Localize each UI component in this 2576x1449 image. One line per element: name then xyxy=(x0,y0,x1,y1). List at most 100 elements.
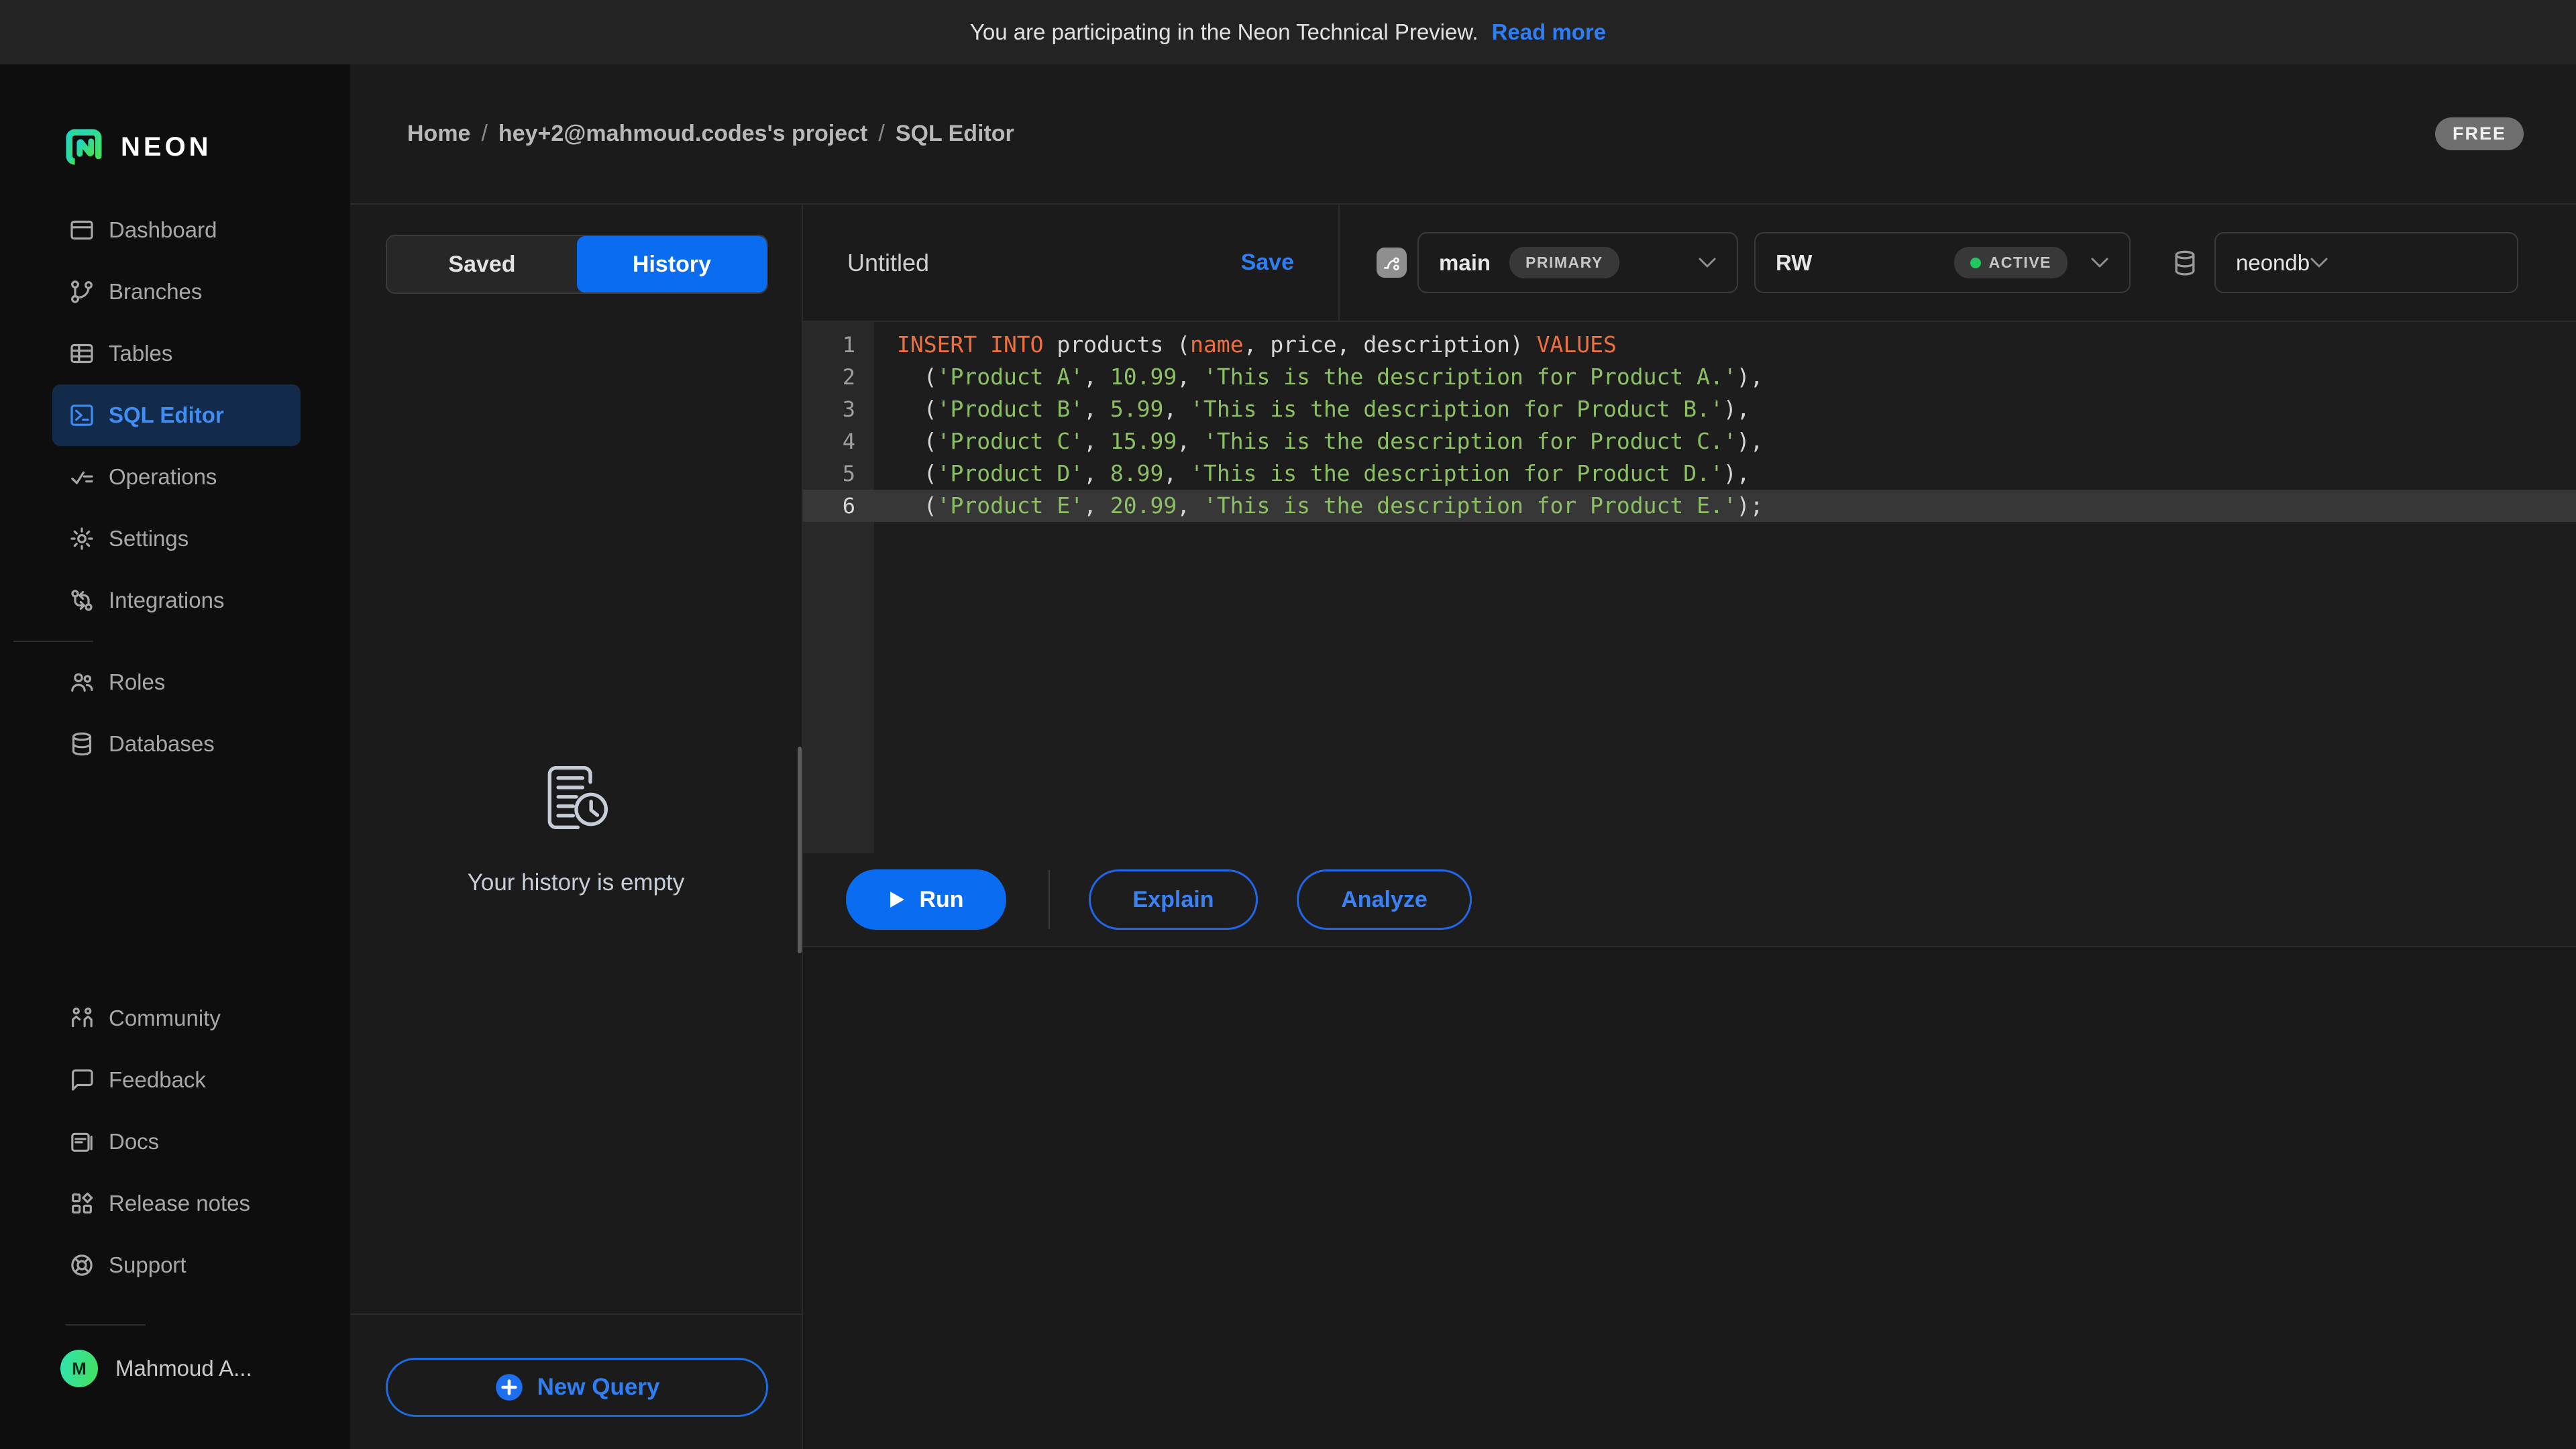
checklist-icon xyxy=(67,462,97,492)
line-number: 6 xyxy=(803,490,874,522)
breadcrumb-home[interactable]: Home xyxy=(407,121,470,147)
community-icon xyxy=(67,1004,97,1033)
compute-select[interactable]: RW ACTIVE xyxy=(1754,232,2131,293)
sql-code-lines: 1INSERT INTO products (name, price, desc… xyxy=(803,322,2576,522)
breadcrumb-project[interactable]: hey+2@mahmoud.codes's project xyxy=(498,121,867,147)
user-menu[interactable]: M Mahmoud A... xyxy=(60,1350,252,1387)
history-empty-state: Your history is empty xyxy=(350,760,802,896)
line-number: 3 xyxy=(803,393,874,425)
technical-preview-banner: You are participating in the Neon Techni… xyxy=(0,0,2576,64)
gear-icon xyxy=(67,524,97,553)
explain-button[interactable]: Explain xyxy=(1089,869,1258,930)
chevron-down-icon xyxy=(1698,257,1717,269)
sidebar-item-settings[interactable]: Settings xyxy=(52,508,301,570)
neon-logo-icon xyxy=(64,127,103,166)
analyze-button[interactable]: Analyze xyxy=(1297,869,1472,930)
run-button[interactable]: Run xyxy=(846,869,1006,930)
panel-divider xyxy=(350,1313,802,1315)
sidebar-item-operations[interactable]: Operations xyxy=(52,446,301,508)
line-number: 5 xyxy=(803,458,874,490)
lifebuoy-icon xyxy=(67,1250,97,1280)
banner-message: You are participating in the Neon Techni… xyxy=(970,19,1479,45)
sidebar-item-release-notes[interactable]: Release notes xyxy=(52,1173,301,1234)
query-actions: Run Explain Analyze xyxy=(803,853,2576,947)
actions-divider xyxy=(1049,870,1050,929)
sidebar-item-branches[interactable]: Branches xyxy=(52,261,301,323)
integrations-icon xyxy=(67,586,97,615)
sidebar-item-roles[interactable]: Roles xyxy=(52,651,301,713)
plus-circle-icon xyxy=(494,1373,524,1402)
new-query-button[interactable]: New Query xyxy=(386,1358,768,1417)
queries-panel: Saved History Your history is empty xyxy=(350,205,803,1449)
database-icon xyxy=(67,729,97,759)
avatar: M xyxy=(60,1350,98,1387)
results-area xyxy=(803,947,2576,1449)
document-icon xyxy=(67,1127,97,1157)
save-button[interactable]: Save xyxy=(1241,250,1294,276)
query-title-group: Untitled Save xyxy=(803,205,1340,321)
history-document-clock-icon xyxy=(539,760,614,835)
code-line[interactable]: 6 ('Product E', 20.99, 'This is the desc… xyxy=(803,490,2576,522)
primary-badge: PRIMARY xyxy=(1509,247,1619,278)
database-select[interactable]: neondb xyxy=(2214,232,2518,293)
plan-badge: FREE xyxy=(2435,117,2524,150)
neon-wordmark: NEON xyxy=(121,132,212,162)
sidebar-item-feedback[interactable]: Feedback xyxy=(52,1049,301,1111)
sidebar-item-tables[interactable]: Tables xyxy=(52,323,301,384)
neon-logo[interactable]: NEON xyxy=(64,127,212,166)
sidebar-nav-main: Dashboard Branches Tables SQL Editor xyxy=(0,199,350,775)
sql-code-editor[interactable]: 1INSERT INTO products (name, price, desc… xyxy=(803,322,2576,853)
line-number: 4 xyxy=(803,425,874,458)
code-line[interactable]: 3 ('Product B', 5.99, 'This is the descr… xyxy=(803,393,2576,425)
status-dot xyxy=(1970,258,1981,268)
breadcrumb-separator: / xyxy=(481,121,487,147)
code-text: INSERT INTO products (name, price, descr… xyxy=(874,329,1617,361)
sidebar: NEON Dashboard Branches Tables xyxy=(0,64,350,1449)
neon-console: You are participating in the Neon Techni… xyxy=(0,0,2576,1449)
sidebar-item-databases[interactable]: Databases xyxy=(52,713,301,775)
users-icon xyxy=(67,667,97,697)
play-icon xyxy=(888,890,906,909)
code-line[interactable]: 4 ('Product C', 15.99, 'This is the desc… xyxy=(803,425,2576,458)
scrollbar-thumb[interactable] xyxy=(798,747,802,953)
read-more-link[interactable]: Read more xyxy=(1492,19,1607,45)
code-line[interactable]: 1INSERT INTO products (name, price, desc… xyxy=(803,329,2576,361)
chevron-down-icon xyxy=(2090,257,2109,269)
saved-history-tabs: Saved History xyxy=(386,235,768,294)
sidebar-item-docs[interactable]: Docs xyxy=(52,1111,301,1173)
line-number: 1 xyxy=(803,329,874,361)
sidebar-item-support[interactable]: Support xyxy=(52,1234,301,1296)
code-text: ('Product D', 8.99, 'This is the descrip… xyxy=(874,458,1750,490)
branch-icon xyxy=(1377,248,1407,278)
sidebar-item-integrations[interactable]: Integrations xyxy=(52,570,301,631)
line-number: 2 xyxy=(803,361,874,393)
sidebar-item-community[interactable]: Community xyxy=(52,987,301,1049)
code-line[interactable]: 5 ('Product D', 8.99, 'This is the descr… xyxy=(803,458,2576,490)
code-line[interactable]: 2 ('Product A', 10.99, 'This is the desc… xyxy=(803,361,2576,393)
dashboard-icon xyxy=(67,215,97,245)
context-selectors: main PRIMARY RW ACTIVE xyxy=(1340,205,2576,321)
tab-history[interactable]: History xyxy=(577,236,767,292)
breadcrumb-current: SQL Editor xyxy=(896,121,1014,147)
database-icon xyxy=(2170,246,2200,280)
query-title[interactable]: Untitled xyxy=(847,249,929,277)
sidebar-nav-footer: Community Feedback Docs Release notes xyxy=(0,987,350,1296)
active-badge: ACTIVE xyxy=(1954,247,2068,278)
release-notes-icon xyxy=(67,1189,97,1218)
history-empty-text: Your history is empty xyxy=(350,869,802,896)
sidebar-item-dashboard[interactable]: Dashboard xyxy=(52,199,301,261)
sql-editor-pane: Untitled Save main PRIMARY xyxy=(803,205,2576,1449)
sidebar-item-sql-editor[interactable]: SQL Editor xyxy=(52,384,301,446)
code-text: ('Product E', 20.99, 'This is the descri… xyxy=(874,490,1763,522)
editor-toolbar: Untitled Save main PRIMARY xyxy=(803,205,2576,322)
project-header: Home / hey+2@mahmoud.codes's project / S… xyxy=(350,64,2576,205)
code-text: ('Product A', 10.99, 'This is the descri… xyxy=(874,361,1763,393)
tab-saved[interactable]: Saved xyxy=(387,236,577,292)
sidebar-divider xyxy=(66,1324,146,1326)
breadcrumb: Home / hey+2@mahmoud.codes's project / S… xyxy=(407,121,1014,147)
speech-bubble-icon xyxy=(67,1065,97,1095)
code-text: ('Product B', 5.99, 'This is the descrip… xyxy=(874,393,1750,425)
breadcrumb-separator: / xyxy=(878,121,884,147)
branch-select[interactable]: main PRIMARY xyxy=(1417,232,1738,293)
user-name: Mahmoud A... xyxy=(115,1356,252,1381)
